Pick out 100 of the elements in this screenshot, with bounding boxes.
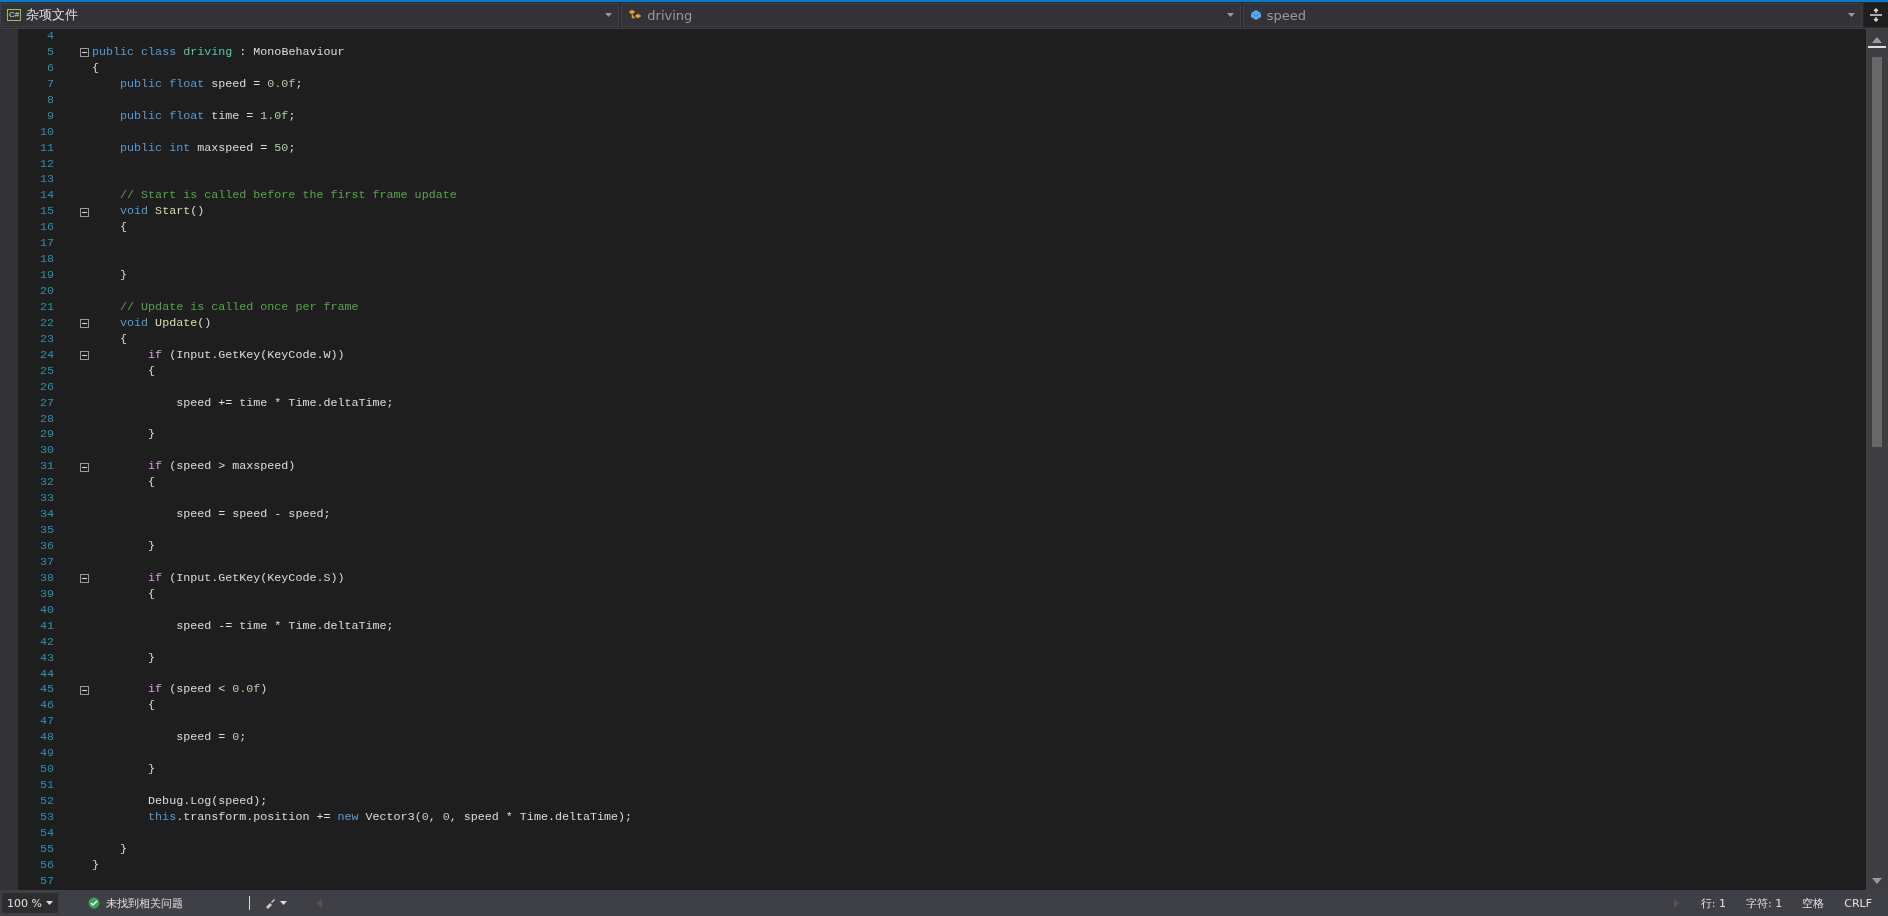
code-line: { (148, 363, 156, 380)
code-line: } (120, 841, 128, 858)
line-number: 38 (38, 570, 54, 587)
code-line: if (speed > maxspeed) (148, 459, 296, 476)
scrollbar-thumb[interactable] (1872, 57, 1882, 447)
collapse-toggle-icon[interactable] (80, 48, 89, 58)
cleanup-dropdown-button[interactable] (264, 897, 287, 909)
collapse-toggle-icon[interactable] (80, 351, 89, 361)
issues-status[interactable]: 未找到相关问题 (106, 895, 183, 911)
code-line: if (Input.GetKey(KeyCode.S)) (148, 570, 345, 587)
line-number: 10 (38, 124, 54, 141)
line-number: 46 (38, 698, 54, 715)
code-line: speed += time * Time.deltaTime; (176, 395, 394, 412)
code-line: { (148, 698, 156, 715)
caret-icon (46, 901, 53, 905)
indent-mode[interactable]: 空格 (1802, 895, 1825, 911)
caret-icon (1226, 13, 1234, 17)
scroll-up-icon[interactable] (1872, 37, 1882, 43)
line-number: 18 (38, 252, 54, 269)
line-number: 52 (38, 794, 54, 810)
line-number: 33 (38, 491, 54, 508)
code-line: { (120, 220, 128, 237)
project-dropdown[interactable]: C# 杂项文件 (0, 3, 620, 27)
member-dropdown[interactable]: speed (1242, 3, 1862, 27)
line-number: 16 (38, 220, 54, 237)
line-number: 32 (38, 475, 54, 492)
collapse-toggle-icon[interactable] (80, 319, 89, 329)
line-number: 20 (38, 284, 54, 300)
code-line: } (148, 762, 156, 779)
caret-icon (605, 13, 613, 17)
collapse-toggle-icon[interactable] (80, 574, 89, 584)
line-number: 29 (38, 427, 54, 444)
line-number: 57 (38, 873, 54, 890)
check-circle-icon (88, 897, 100, 909)
line-number: 43 (38, 650, 54, 667)
zoom-dropdown[interactable]: 100 % (2, 893, 58, 913)
collapse-toggle-icon[interactable] (80, 207, 89, 217)
char-position[interactable]: 字符: 1 (1746, 895, 1783, 911)
line-number: 41 (38, 618, 54, 635)
line-number: 11 (38, 140, 54, 157)
code-line: speed -= time * Time.deltaTime; (176, 618, 394, 635)
line-number: 49 (38, 746, 54, 763)
line-number: 14 (38, 188, 54, 205)
collapse-toggle-icon[interactable] (80, 462, 89, 472)
line-number: 25 (38, 363, 54, 380)
line-number: 34 (38, 507, 54, 524)
vertical-scrollbar[interactable] (1866, 29, 1888, 890)
code-line: void Start() (120, 204, 205, 221)
line-number: 51 (38, 778, 54, 794)
line-number: 6 (46, 60, 54, 77)
code-line: { (148, 586, 156, 603)
line-number: 45 (38, 682, 54, 699)
line-number: 37 (38, 554, 54, 571)
line-number: 19 (38, 268, 54, 284)
line-number: 26 (38, 379, 54, 396)
code-line: speed = 0; (176, 730, 247, 747)
code-line: } (148, 539, 156, 555)
code-line: Debug.Log(speed); (148, 794, 268, 810)
code-line: } (148, 427, 156, 444)
line-number: 50 (38, 762, 54, 779)
code-line: } (148, 650, 156, 667)
code-line: if (Input.GetKey(KeyCode.W)) (148, 347, 345, 364)
line-number: 39 (38, 586, 54, 603)
code-line: speed = speed - speed; (176, 507, 331, 524)
code-line: public float speed = 0.0f; (120, 76, 303, 93)
line-number: 15 (38, 204, 54, 221)
code-line: } (92, 857, 99, 874)
code-line: public class driving : MonoBehaviour (92, 44, 345, 61)
line-number: 53 (38, 809, 54, 826)
line-number: 55 (38, 841, 54, 858)
line-number: 54 (38, 825, 54, 842)
code-line: // Update is called once per frame (120, 299, 359, 316)
line-number: 40 (38, 602, 54, 619)
scroll-down-icon[interactable] (1872, 878, 1882, 884)
line-number: 23 (38, 331, 54, 348)
caret-icon (280, 901, 287, 905)
line-number: 31 (38, 459, 54, 476)
code-line: { (120, 331, 128, 348)
brush-icon (264, 897, 276, 909)
line-number: 9 (46, 108, 54, 125)
collapse-toggle-icon[interactable] (80, 685, 89, 695)
line-number: 48 (38, 730, 54, 747)
class-icon (628, 8, 643, 22)
line-number: 24 (38, 347, 54, 364)
line-position[interactable]: 行: 1 (1700, 895, 1726, 911)
line-number: 28 (38, 411, 54, 428)
code-line: { (92, 60, 99, 77)
line-number: 12 (38, 156, 54, 173)
line-number: 27 (38, 395, 54, 412)
code-line: void Update() (120, 315, 212, 332)
split-window-button[interactable] (1864, 3, 1888, 27)
line-number: 44 (38, 666, 54, 683)
code-line: if (speed < 0.0f) (148, 682, 268, 699)
line-number: 21 (38, 299, 54, 316)
line-number: 8 (46, 92, 54, 109)
line-ending[interactable]: CRLF (1844, 896, 1872, 910)
line-number: 7 (46, 76, 54, 93)
type-dropdown[interactable]: driving (621, 3, 1241, 27)
line-number: 5 (46, 44, 54, 61)
code-line: // Start is called before the first frame update (120, 188, 457, 205)
